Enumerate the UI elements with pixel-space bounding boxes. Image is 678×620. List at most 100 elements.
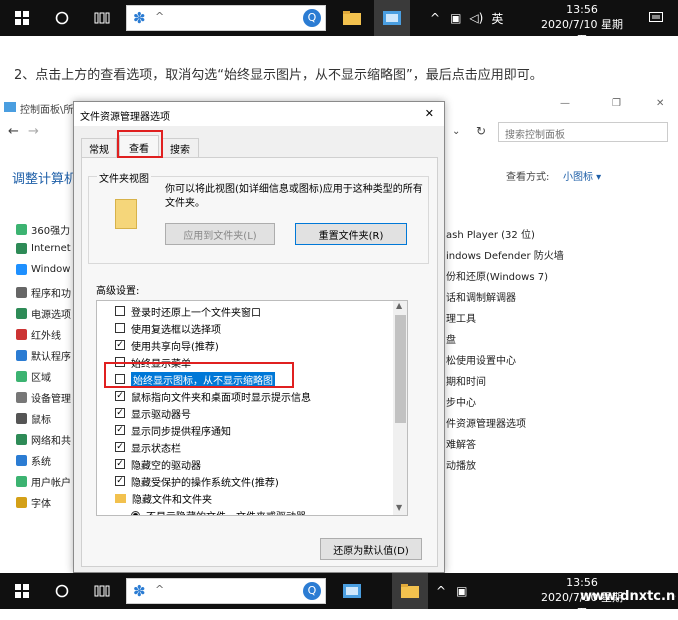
setting-row[interactable]: ✓ 显示状态栏 — [115, 439, 181, 455]
search-go-icon[interactable]: Q — [303, 582, 321, 600]
control-panel-item-label[interactable]: 步中心 — [446, 394, 476, 409]
checkbox-checked-icon[interactable]: ✓ — [115, 340, 125, 350]
chevron-up-icon[interactable]: ^ — [155, 10, 164, 23]
system-tray: ^ ▣ ◁) 英 — [430, 0, 503, 36]
tab-general[interactable]: 常规 — [81, 138, 117, 158]
control-panel-taskbar-icon[interactable] — [374, 0, 410, 36]
input-language[interactable]: 英 — [491, 10, 503, 27]
checkbox-checked-icon[interactable]: ✓ — [115, 442, 125, 452]
maximize-icon[interactable]: ❐ — [612, 98, 621, 109]
setting-row[interactable]: 登录时还原上一个文件夹窗口 — [115, 303, 261, 319]
task-view-icon[interactable] — [84, 0, 120, 36]
control-panel-item-icon — [16, 308, 27, 319]
control-panel-item-label[interactable]: 份和还原(Windows 7) — [446, 268, 548, 283]
control-panel-item-label[interactable]: 件资源管理器选项 — [446, 415, 526, 430]
network-icon[interactable]: ▣ — [456, 584, 467, 598]
setting-row[interactable]: ✓ 隐藏空的驱动器 — [115, 456, 201, 472]
control-panel-item[interactable]: 设备管理 — [16, 390, 71, 405]
checkbox-checked-icon[interactable]: ✓ — [115, 408, 125, 418]
control-panel-item[interactable]: 用户帐户 — [16, 474, 71, 489]
highlight-setting — [104, 362, 294, 388]
scroll-up-icon[interactable]: ▲ — [396, 301, 402, 310]
checkbox-icon[interactable] — [115, 323, 125, 333]
control-panel-item[interactable]: 网络和共 — [16, 432, 71, 447]
control-panel-item[interactable]: 字体 — [16, 495, 51, 510]
folder-views-label: 文件夹视图 — [97, 170, 151, 185]
setting-row[interactable]: ✓ 显示同步提供程序通知 — [115, 422, 231, 438]
taskbar-search-box[interactable]: ✽ ^ Q — [126, 5, 326, 31]
refresh-icon[interactable]: ↻ — [476, 124, 486, 138]
control-panel-item[interactable]: 区域 — [16, 369, 51, 384]
minimize-icon[interactable]: — — [560, 98, 570, 109]
file-explorer-icon[interactable] — [334, 0, 370, 36]
setting-row[interactable]: 不显示隐藏的文件、文件夹或驱动器 — [131, 507, 306, 515]
search-go-icon[interactable]: Q — [303, 9, 321, 27]
notification-icon[interactable] — [638, 0, 674, 36]
cortana-icon[interactable] — [44, 573, 80, 609]
back-arrow-icon[interactable]: ← — [8, 124, 19, 139]
cortana-icon[interactable] — [44, 0, 80, 36]
setting-row[interactable]: ✓ 显示驱动器号 — [115, 405, 191, 421]
control-panel-item[interactable]: Internet — [16, 243, 71, 254]
start-icon[interactable] — [4, 573, 40, 609]
file-explorer-icon[interactable] — [392, 573, 428, 609]
control-panel-item[interactable]: 360强力 — [16, 222, 70, 237]
control-panel-item-label[interactable]: 松使用设置中心 — [446, 352, 516, 367]
dropdown-icon[interactable]: ⌄ — [452, 126, 460, 137]
network-icon[interactable]: ▣ — [450, 11, 461, 25]
search-input[interactable]: 搜索控制面板 — [505, 126, 565, 141]
checkbox-icon[interactable] — [115, 306, 125, 316]
taskbar-search-box[interactable]: ✽ ^ Q — [126, 578, 326, 604]
setting-row[interactable]: ✓ 鼠标指向文件夹和桌面项时显示提示信息 — [115, 388, 311, 404]
setting-row[interactable]: ✓ 隐藏受保护的操作系统文件(推荐) — [115, 473, 279, 489]
settings-scrollbar[interactable]: ▲ ▼ — [393, 301, 407, 515]
task-view-icon[interactable] — [84, 573, 120, 609]
control-panel-item-label[interactable]: indows Defender 防火墙 — [446, 247, 564, 262]
control-panel-search[interactable]: 搜索控制面板 — [498, 122, 668, 142]
control-panel-item[interactable]: 鼠标 — [16, 411, 51, 426]
control-panel-item-icon — [16, 476, 27, 487]
control-panel-item-label[interactable]: 理工具 — [446, 310, 476, 325]
control-panel-item-label: Window — [31, 264, 71, 275]
chevron-up-icon[interactable]: ^ — [155, 583, 164, 596]
control-panel-item-label[interactable]: 难解答 — [446, 436, 476, 451]
setting-row[interactable]: 使用复选框以选择项 — [115, 320, 221, 336]
scroll-thumb[interactable] — [395, 315, 406, 423]
control-panel-item-label[interactable]: 动播放 — [446, 457, 476, 472]
control-panel-item-label[interactable]: 期和时间 — [446, 373, 486, 388]
view-by-select[interactable]: 小图标 ▾ — [563, 168, 601, 183]
start-icon[interactable] — [4, 0, 40, 36]
forward-arrow-icon[interactable]: → — [28, 124, 39, 139]
control-panel-taskbar-icon[interactable] — [334, 573, 370, 609]
setting-row[interactable]: ✓ 使用共享向导(推荐) — [115, 337, 219, 353]
apply-to-folders-button[interactable]: 应用到文件夹(L) — [165, 223, 275, 245]
page-heading: 调整计算机 — [12, 172, 78, 187]
control-panel-item-label[interactable]: 话和调制解调器 — [446, 289, 516, 304]
tab-search[interactable]: 搜索 — [161, 138, 199, 158]
checkbox-checked-icon[interactable]: ✓ — [115, 476, 125, 486]
control-panel-item-label: 电源选项 — [31, 310, 71, 321]
control-panel-item[interactable]: 默认程序 — [16, 348, 71, 363]
control-panel-item-label[interactable]: ash Player (32 位) — [446, 226, 535, 241]
checkbox-checked-icon[interactable]: ✓ — [115, 391, 125, 401]
control-panel-item[interactable]: 电源选项 — [16, 306, 71, 321]
checkbox-checked-icon[interactable]: ✓ — [115, 459, 125, 469]
volume-icon[interactable]: ◁) — [469, 11, 483, 25]
scroll-down-icon[interactable]: ▼ — [396, 503, 402, 512]
checkbox-checked-icon[interactable]: ✓ — [115, 425, 125, 435]
control-panel-item[interactable]: 红外线 — [16, 327, 61, 342]
chevron-up-icon[interactable]: ^ — [436, 584, 446, 598]
control-panel-item[interactable]: Window — [16, 264, 70, 275]
dialog-close-icon[interactable]: ✕ — [425, 107, 434, 120]
control-panel-item[interactable]: 程序和功 — [16, 285, 71, 300]
clock-date: 2020/7/10 星期五 — [541, 18, 623, 46]
control-panel-item[interactable]: 系统 — [16, 453, 51, 468]
advanced-settings-list[interactable]: 不显示隐藏的文件、文件夹或驱动器 隐藏文件和文件夹 ✓ 隐藏受保护的操作系统文件(推荐… — [96, 300, 408, 516]
chevron-up-icon[interactable]: ^ — [430, 11, 440, 25]
setting-row[interactable]: 隐藏文件和文件夹 — [115, 490, 212, 506]
clock[interactable]: 13:56 2020/7/10 星期五 — [536, 2, 628, 47]
reset-folders-button[interactable]: 重置文件夹(R) — [295, 223, 407, 245]
close-icon[interactable]: ✕ — [656, 98, 664, 109]
restore-defaults-button[interactable]: 还原为默认值(D) — [320, 538, 422, 560]
control-panel-item-label[interactable]: 盘 — [446, 331, 456, 346]
